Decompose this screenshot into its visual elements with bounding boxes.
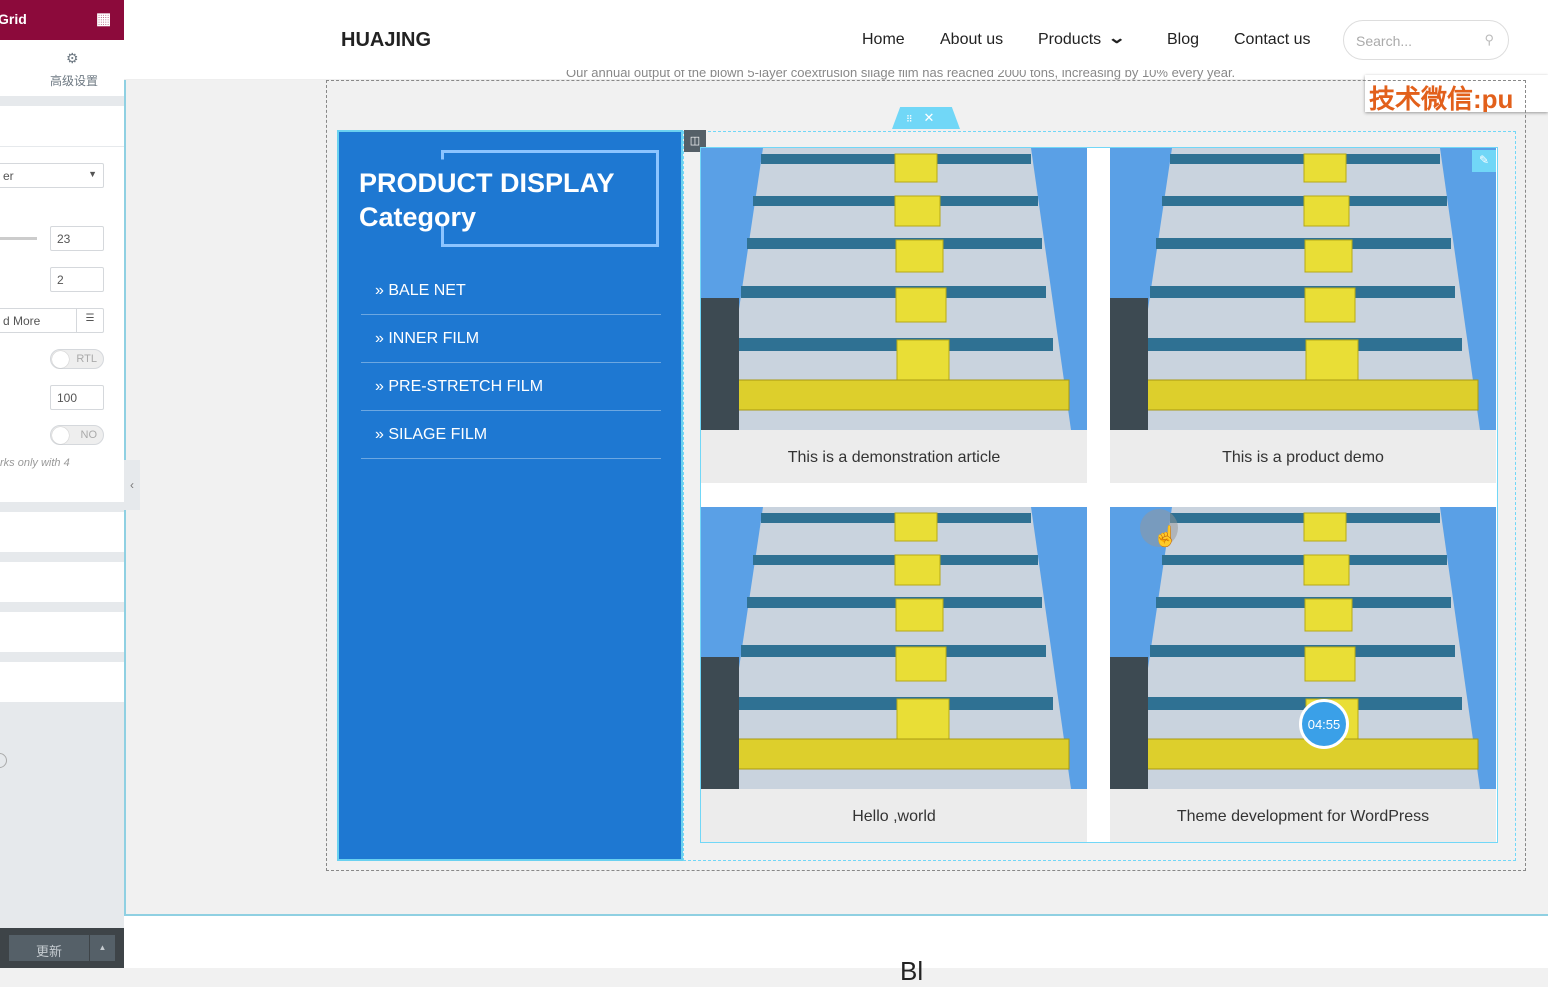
category-label: PRE-STRETCH FILM [388,378,544,395]
post-card[interactable]: This is a demonstration article [701,148,1087,483]
nav-blog[interactable]: Blog [1167,31,1199,49]
post-title[interactable]: This is a demonstration article [701,430,1087,483]
read-more-input[interactable]: d More ☰ [0,308,104,333]
next-section: Bl [124,916,1548,986]
slider-value-input[interactable]: 23 [50,226,104,251]
hand-cursor-icon: ☝ [1153,526,1178,548]
edit-pencil-icon[interactable]: ✎ [1472,150,1496,172]
section-handle[interactable]: ⠿ ✕ [892,107,960,129]
category-pre-stretch-film[interactable]: » PRE-STRETCH FILM [361,363,661,411]
search-icon[interactable]: ⚲ [1484,32,1494,48]
slider[interactable] [0,237,37,240]
site-logo[interactable]: HUAJING [341,29,431,52]
control-note: rks only with 4 [0,457,70,469]
rtl-toggle[interactable]: RTL [50,349,104,369]
nav-home[interactable]: Home [862,31,905,49]
panel-section[interactable] [0,662,124,702]
category-label: BALE NET [388,282,466,299]
sidebar-title: PRODUCT DISPLAY Category [359,166,615,234]
panel-footer: 更新 ▲ [0,928,124,968]
post-title[interactable]: This is a product demo [1110,430,1496,483]
save-options-icon[interactable]: ▲ [90,935,115,961]
yes-no-toggle[interactable]: NO [50,425,104,445]
post-image[interactable] [701,148,1087,430]
gear-icon: ⚙ [66,50,79,66]
panel-controls: er ▼ 23 2 d More ☰ RTL 100 NO rks only wit… [0,147,124,502]
drag-icon[interactable]: ⠿ [906,114,913,124]
double-chevron-icon: » [375,282,384,299]
close-icon[interactable]: ✕ [923,110,934,125]
update-button[interactable]: 更新 [9,935,89,961]
nav-contact[interactable]: Contact us [1234,31,1310,49]
category-label: INNER FILM [388,330,480,347]
post-card[interactable]: This is a product demo [1110,148,1496,483]
panel-title: Grid [0,11,27,27]
title-line-1: PRODUCT DISPLAY [359,168,615,198]
post-title[interactable]: Hello ,world [701,789,1087,842]
post-image[interactable] [1110,507,1496,789]
category-label: SILAGE FILM [388,426,488,443]
title-line-2: Category [359,202,477,232]
double-chevron-icon: » [375,378,384,395]
double-chevron-icon: » [375,330,384,347]
search-placeholder: Search... [1356,33,1413,49]
panel-section[interactable] [0,612,124,652]
panel-section[interactable] [0,562,124,602]
panel-header: Grid ▦ [0,0,124,40]
select-control[interactable]: er ▼ [0,163,104,188]
number-input[interactable]: 100 [50,385,104,410]
post-title[interactable]: Theme development for WordPress [1110,789,1496,842]
post-card[interactable]: Hello ,world [701,507,1087,842]
columns-input[interactable]: 2 [50,267,104,292]
category-inner-film[interactable]: » INNER FILM [361,315,661,363]
read-more-value: d More [3,314,41,328]
nav-products[interactable]: Products [1038,31,1101,49]
chevron-down-icon[interactable]: ⌄ [1107,28,1126,48]
caret-down-icon: ▼ [88,169,97,179]
double-chevron-icon: » [375,426,384,443]
editor-panel: Grid ▦ ⚙ 高级设置 er ▼ 23 2 d More ☰ RTL 100 N… [0,0,124,968]
dynamic-tags-icon[interactable]: ☰ [76,309,103,332]
video-timer-badge: 04:55 [1299,699,1349,749]
tab-label: 高级设置 [50,74,99,88]
category-silage-film[interactable]: » SILAGE FILM [361,411,661,459]
panel-section[interactable] [0,512,124,552]
search-input[interactable]: Search... ⚲ [1343,20,1509,60]
category-bale-net[interactable]: » BALE NET [361,267,661,315]
category-sidebar: PRODUCT DISPLAY Category » BALE NET » IN… [337,130,683,861]
collapse-panel-button[interactable]: ‹ [124,460,140,510]
panel-section [0,106,124,146]
select-value: er [3,169,14,183]
tab-advanced[interactable]: ⚙ 高级设置 [0,40,124,96]
post-card[interactable]: Theme development for WordPress [1110,507,1496,842]
grid-menu-icon[interactable]: ▦ [96,9,111,29]
post-image[interactable] [1110,148,1496,430]
nav-about[interactable]: About us [940,31,1003,49]
site-header [124,0,1548,80]
help-icon[interactable] [0,753,7,768]
section-heading: Bl [900,956,924,986]
post-image[interactable] [701,507,1087,789]
